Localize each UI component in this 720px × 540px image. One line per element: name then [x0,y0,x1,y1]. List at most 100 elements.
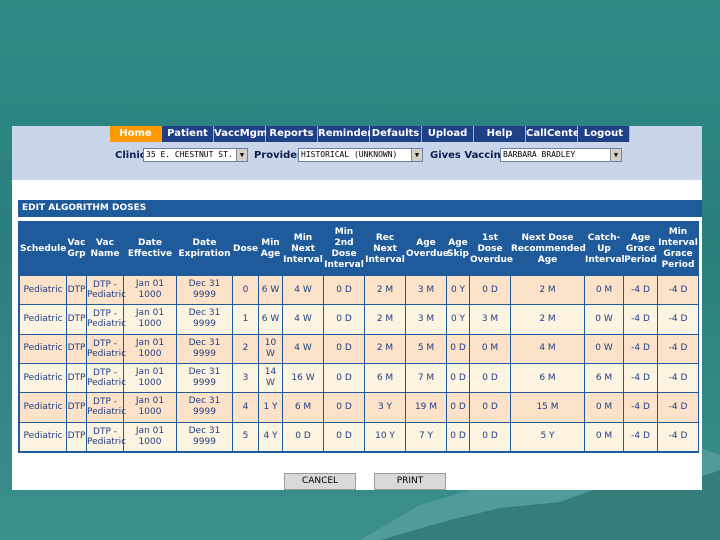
gives-vaccine-select[interactable]: BARBARA BRADLEY ▼ [500,148,622,162]
table-cell: 10 W [259,334,282,363]
table-cell: -4 D [658,393,698,422]
table-header-row: Schedule Vac Grp Vac Name Date Effective Dat… [20,223,698,275]
gives-vaccine-select-value: BARBARA BRADLEY [503,150,576,159]
table-cell: 6 M [511,363,584,393]
table-cell: Pediatric [20,363,66,393]
table-cell: DTP - Pediatric [87,422,126,451]
table-cell: 2 M [511,305,584,334]
table-cell: 6 M [283,393,323,422]
nav-tab-logout[interactable]: Logout [578,126,630,142]
algorithm-doses-table-wrap: Schedule Vac Grp Vac Name Date Effective Dat… [18,221,699,453]
nav-tab-defaults[interactable]: Defaults [370,126,422,142]
clinic-select[interactable]: 35 E. CHESTNUT ST. ▼ [143,148,248,162]
nav-tab-reports[interactable]: Reports [266,126,318,142]
nav-tab-home[interactable]: Home [110,126,162,142]
column-header: Vac Name [87,223,123,275]
gives-vaccine-label: Gives Vaccine [430,150,508,161]
table-cell: 0 D [447,422,469,451]
table-cell: DTP [67,276,86,305]
table-cell: 0 D [447,393,469,422]
nav-tab-help[interactable]: Help [474,126,526,142]
table-cell: Pediatric [20,393,66,422]
nav-tab-upload[interactable]: Upload [422,126,474,142]
cancel-button[interactable]: CANCEL [284,473,356,490]
column-header: Date Effective [124,223,176,275]
table-cell: 0 D [470,363,510,393]
main-nav: Home Patient VaccMgmt Reports Reminder Defaul… [110,126,630,142]
table-cell: -4 D [624,422,657,451]
table-cell: 7 M [406,363,446,393]
table-cell: Dec 31 9999 [177,393,232,422]
provider-select[interactable]: HISTORICAL (UNKNOWN) ▼ [298,148,423,162]
table-cell: 4 W [283,334,323,363]
table-cell: 0 M [470,334,510,363]
table-cell: -4 D [624,393,657,422]
column-header: Min Age [259,223,282,275]
table-cell: Jan 01 1000 [124,363,176,393]
filter-bar: Clinic 35 E. CHESTNUT ST. ▼ Provider HIS… [12,146,702,166]
table-cell: -4 D [658,276,698,305]
table-cell: Dec 31 9999 [177,363,232,393]
nav-tab-vaccmgmt[interactable]: VaccMgmt [214,126,272,142]
algorithm-doses-table: Schedule Vac Grp Vac Name Date Effective Dat… [19,222,699,452]
column-header: Vac Grp [67,223,86,275]
table-row[interactable]: Pediatric DTP DTP - Pediatric Jan 01 1000 De… [20,393,698,422]
table-cell: -4 D [658,363,698,393]
table-cell: 1 [233,305,258,334]
table-row[interactable]: Pediatric DTP DTP - Pediatric Jan 01 1000 De… [20,334,698,363]
table-cell: 4 W [283,276,323,305]
table-row[interactable]: Pediatric DTP DTP - Pediatric Jan 01 1000 De… [20,422,698,451]
nav-tab-reminder[interactable]: Reminder [318,126,372,142]
table-cell: 2 M [365,334,405,363]
column-header: Next Dose Recommended Age [511,223,586,275]
column-header: 1st Dose Overdue [470,223,513,275]
table-cell: 0 D [470,276,510,305]
table-cell: Jan 01 1000 [124,305,176,334]
chevron-down-icon[interactable]: ▼ [411,149,422,161]
table-cell: 0 D [447,363,469,393]
column-header: Rec Next Interval [365,223,405,275]
table-row[interactable]: Pediatric DTP DTP - Pediatric Jan 01 1000 De… [20,363,698,393]
table-cell: 2 M [365,276,405,305]
table-cell: Dec 31 9999 [177,276,232,305]
column-header: Age Overdue [406,223,449,275]
table-cell: 1 Y [259,393,282,422]
chevron-down-icon[interactable]: ▼ [236,149,247,161]
table-row[interactable]: Pediatric DTP DTP - Pediatric Jan 01 1000 De… [20,276,698,305]
table-cell: DTP [67,422,86,451]
table-cell: 0 Y [447,305,469,334]
nav-tab-patient[interactable]: Patient [162,126,214,142]
table-cell: 10 Y [365,422,405,451]
table-cell: 0 M [585,393,623,422]
table-cell: 0 D [283,422,323,451]
column-header: Age Grace Period [624,223,657,275]
table-cell: 4 Y [259,422,282,451]
table-cell: 5 Y [511,422,584,451]
column-header: Catch-Up Interval [585,223,625,275]
table-cell: 2 M [365,305,405,334]
table-cell: DTP [67,363,86,393]
column-header: Schedule [20,223,66,275]
table-cell: -4 D [658,422,698,451]
column-header: Dose [233,223,258,275]
table-cell: DTP [67,305,86,334]
table-cell: 0 D [324,305,364,334]
table-cell: 6 M [585,363,623,393]
table-cell: 2 M [511,276,584,305]
section-title: EDIT ALGORITHM DOSES [18,200,702,217]
table-cell: 0 W [585,305,623,334]
table-row[interactable]: Pediatric DTP DTP - Pediatric Jan 01 1000 De… [20,305,698,334]
chevron-down-icon[interactable]: ▼ [610,149,621,161]
table-cell: DTP - Pediatric [87,363,126,393]
table-cell: 2 [233,334,258,363]
print-button[interactable]: PRINT [374,473,446,490]
nav-tab-callcenter[interactable]: CallCenter [526,126,585,142]
table-cell: 4 W [283,305,323,334]
table-cell: 7 Y [406,422,446,451]
table-cell: Pediatric [20,305,66,334]
table-cell: 14 W [259,363,282,393]
table-cell: Jan 01 1000 [124,276,176,305]
table-cell: 5 M [406,334,446,363]
table-cell: -4 D [658,305,698,334]
table-cell: DTP [67,334,86,363]
